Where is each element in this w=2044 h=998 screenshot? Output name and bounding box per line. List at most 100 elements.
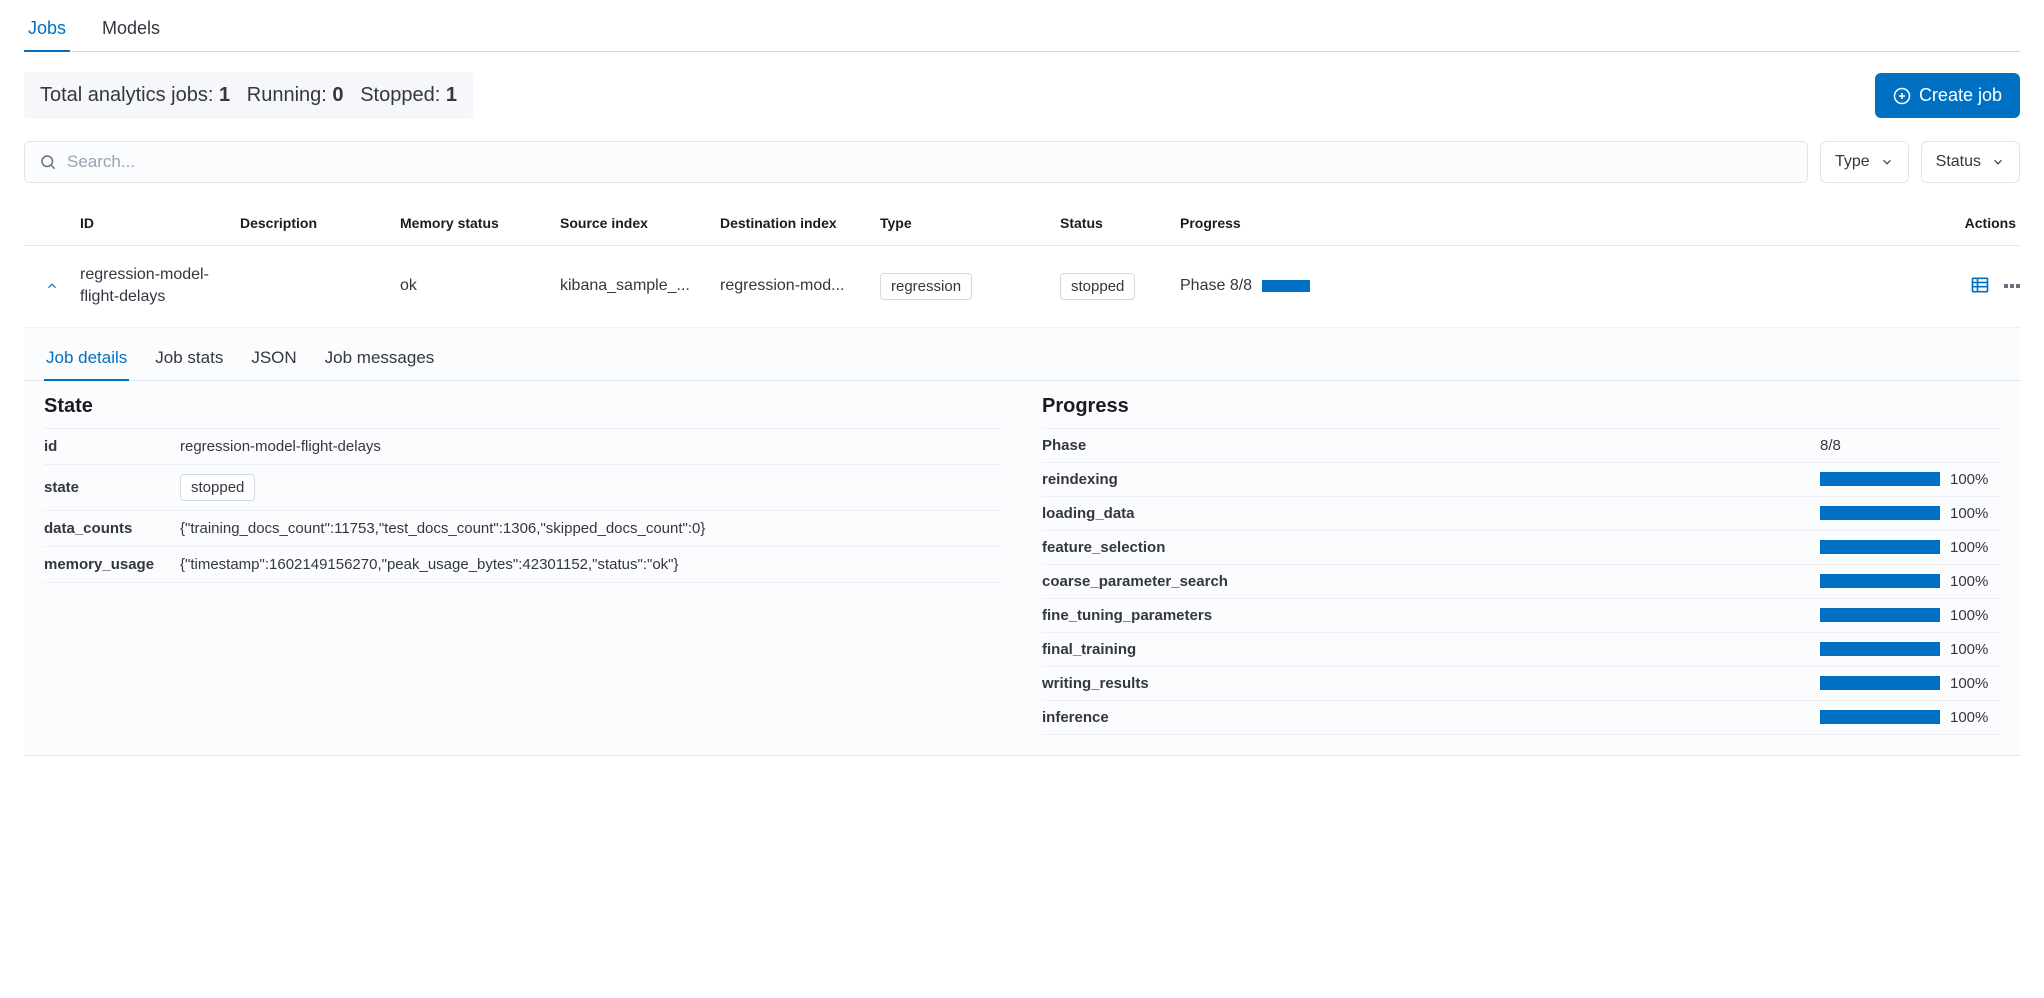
detail-tab-json[interactable]: JSON: [249, 342, 298, 380]
filter-status[interactable]: Status: [1921, 141, 2020, 183]
search-icon: [39, 153, 57, 171]
state-row: memory_usage{"timestamp":1602149156270,"…: [44, 547, 1002, 583]
type-badge: regression: [880, 273, 972, 300]
state-key: state: [44, 479, 174, 496]
progress-percent: 100%: [1950, 539, 1988, 556]
progress-percent: 100%: [1950, 573, 1988, 590]
progress-bar-fill: [1820, 642, 1940, 656]
progress-key: final_training: [1042, 641, 1814, 658]
cell-memory-status: ok: [400, 277, 560, 295]
progress-key: inference: [1042, 709, 1814, 726]
progress-row: feature_selection 100%: [1042, 531, 2000, 565]
state-key: data_counts: [44, 520, 174, 537]
progress-row: loading_data100%: [1042, 497, 2000, 531]
progress-percent: 100%: [1950, 471, 1988, 488]
progress-bar: [1820, 642, 1940, 656]
progress-row: reindexing100%: [1042, 463, 2000, 497]
progress-bar: [1820, 710, 1940, 724]
progress-percent: 100%: [1950, 607, 1988, 624]
progress-bar: [1262, 280, 1310, 292]
table-icon: [1970, 275, 1990, 295]
col-destination-index[interactable]: Destination index: [720, 215, 880, 231]
progress-phase-label: Phase 8/8: [1180, 277, 1252, 295]
chevron-up-icon: [45, 279, 59, 293]
col-source-index[interactable]: Source index: [560, 215, 720, 231]
state-title: State: [44, 395, 1002, 418]
progress-row: writing_results100%: [1042, 667, 2000, 701]
cell-type: regression: [880, 273, 1060, 300]
state-key: memory_usage: [44, 556, 174, 573]
state-row: data_counts {"training_docs_count":11753,…: [44, 511, 1002, 547]
table-header: ID Description Memory status Source inde…: [24, 201, 2020, 246]
progress-bar: [1820, 676, 1940, 690]
stats-total-value: 1: [219, 84, 230, 106]
stats-summary: Total analytics jobs: 1 Running: 0 Stopp…: [24, 72, 473, 119]
col-description[interactable]: Description: [240, 215, 400, 231]
progress-bar-fill: [1820, 608, 1940, 622]
progress-bar: [1820, 574, 1940, 588]
state-key: id: [44, 438, 174, 455]
progress-bar-fill: [1820, 710, 1940, 724]
col-actions: Actions: [1940, 215, 2020, 231]
progress-row: coarse_parameter_search 100%: [1042, 565, 2000, 599]
progress-key: coarse_parameter_search: [1042, 573, 1814, 590]
search-input[interactable]: [67, 152, 1793, 172]
stats-stopped-value: 1: [446, 84, 457, 106]
progress-phase-value: 8/8: [1820, 437, 2000, 454]
plus-circle-icon: [1893, 87, 1911, 105]
progress-bar: [1820, 608, 1940, 622]
more-actions-button[interactable]: [2004, 284, 2020, 288]
state-value: stopped: [180, 474, 1002, 501]
stats-running-label: Running:: [247, 84, 327, 106]
progress-key: writing_results: [1042, 675, 1814, 692]
dots-icon: [2004, 284, 2008, 288]
progress-row: fine_tuning_parameters100%: [1042, 599, 2000, 633]
progress-percent: 100%: [1950, 709, 1988, 726]
stats-running-value: 0: [332, 84, 343, 106]
progress-bar-fill: [1820, 574, 1940, 588]
cell-destination-index: regression-mod...: [720, 277, 880, 295]
cell-progress: Phase 8/8: [1180, 277, 1940, 295]
stats-total-label: Total analytics jobs:: [40, 84, 213, 106]
cell-id: regression-model-flight-delays: [80, 264, 240, 309]
progress-bar: [1820, 472, 1940, 486]
progress-title: Progress: [1042, 395, 2000, 418]
main-nav-tabs: Jobs Models: [24, 0, 2020, 52]
state-badge: stopped: [180, 474, 255, 501]
state-value: {"training_docs_count":11753,"test_docs_…: [180, 520, 1002, 537]
col-id[interactable]: ID: [80, 215, 240, 231]
progress-bar: [1820, 506, 1940, 520]
detail-tab-job-details[interactable]: Job details: [44, 342, 129, 380]
progress-percent: 100%: [1950, 505, 1988, 522]
progress-section: Progress Phase 8/8 reindexing100%loading…: [1042, 395, 2000, 735]
cell-status: stopped: [1060, 273, 1180, 300]
state-row: id regression-model-flight-delays: [44, 428, 1002, 465]
expand-row-button[interactable]: [24, 279, 80, 293]
progress-bar-fill: [1820, 472, 1940, 486]
tab-models[interactable]: Models: [98, 10, 164, 51]
filter-type[interactable]: Type: [1820, 141, 1909, 183]
detail-tab-job-stats[interactable]: Job stats: [153, 342, 225, 380]
filter-status-label: Status: [1936, 153, 1981, 171]
filter-type-label: Type: [1835, 153, 1870, 171]
progress-bar-fill: [1820, 676, 1940, 690]
col-memory-status[interactable]: Memory status: [400, 215, 560, 231]
col-status[interactable]: Status: [1060, 215, 1180, 231]
state-row: state stopped: [44, 465, 1002, 511]
tab-jobs[interactable]: Jobs: [24, 10, 70, 51]
progress-key: feature_selection: [1042, 539, 1814, 556]
state-value: regression-model-flight-delays: [180, 438, 1002, 455]
search-box[interactable]: [24, 141, 1808, 183]
progress-row: inference 100%: [1042, 701, 2000, 735]
col-type[interactable]: Type: [880, 215, 1060, 231]
progress-row: final_training100%: [1042, 633, 2000, 667]
table-row: regression-model-flight-delays ok kibana…: [24, 246, 2020, 328]
chevron-down-icon: [1991, 155, 2005, 169]
chevron-down-icon: [1880, 155, 1894, 169]
create-job-button[interactable]: Create job: [1875, 73, 2020, 118]
detail-tabs: Job details Job stats JSON Job messages: [24, 328, 2020, 381]
col-progress[interactable]: Progress: [1180, 215, 1940, 231]
view-action-button[interactable]: [1970, 275, 1990, 298]
cell-source-index: kibana_sample_...: [560, 277, 720, 295]
detail-tab-job-messages[interactable]: Job messages: [323, 342, 437, 380]
